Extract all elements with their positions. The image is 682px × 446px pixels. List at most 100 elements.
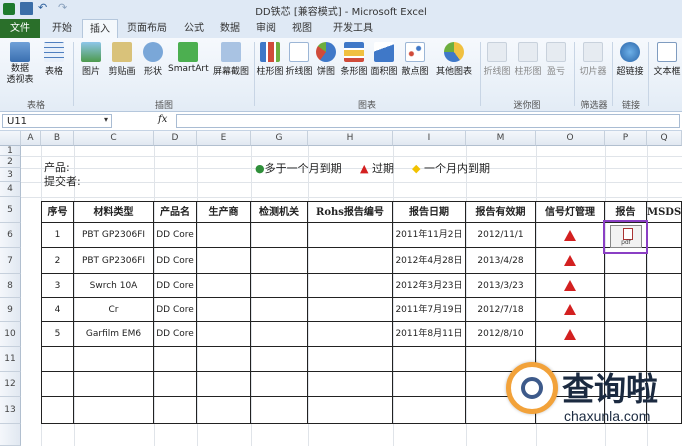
name-box-dropdown-icon[interactable]: ▾ <box>104 115 108 124</box>
column-header[interactable]: P <box>605 131 647 146</box>
cell-msds[interactable] <box>647 248 682 274</box>
empty-cell[interactable] <box>251 347 308 372</box>
column-header[interactable]: D <box>154 131 197 146</box>
column-header[interactable]: B <box>41 131 74 146</box>
header-manufacturer[interactable]: 生产商 <box>197 202 251 223</box>
empty-cell[interactable] <box>393 372 466 397</box>
cell-signal[interactable] <box>536 322 605 347</box>
empty-cell[interactable] <box>42 347 74 372</box>
header-signal[interactable]: 信号灯管理 <box>536 202 605 223</box>
function-icon[interactable]: fx <box>158 114 167 125</box>
cell-signal[interactable] <box>536 274 605 298</box>
column-header[interactable]: A <box>21 131 41 146</box>
area-chart-button[interactable]: 面积图 <box>370 42 398 77</box>
empty-cell[interactable] <box>154 397 197 424</box>
row-header[interactable]: 11 <box>0 347 21 372</box>
row-header[interactable]: 6 <box>0 223 21 248</box>
cell-product[interactable]: DD Core <box>154 322 197 347</box>
sparkline-column-button[interactable]: 柱形图 <box>514 42 542 77</box>
smartart-button[interactable]: SmartArt <box>168 42 209 74</box>
pdf-attachment-icon[interactable]: pdf <box>610 225 642 248</box>
header-rohs-no[interactable]: Rohs报告编号 <box>308 202 393 223</box>
cell-valid-until[interactable]: 2012/11/1 <box>466 223 536 248</box>
cell-signal[interactable] <box>536 223 605 248</box>
slicer-button[interactable]: 切片器 <box>578 42 608 77</box>
header-material[interactable]: 材料类型 <box>74 202 154 223</box>
empty-cell[interactable] <box>308 347 393 372</box>
empty-cell[interactable] <box>74 372 154 397</box>
column-header[interactable]: G <box>251 131 308 146</box>
cell-index[interactable]: 2 <box>42 248 74 274</box>
empty-cell[interactable] <box>42 372 74 397</box>
scatter-chart-button[interactable]: 散点图 <box>400 42 430 77</box>
column-header[interactable]: M <box>466 131 536 146</box>
cell-material[interactable]: Garfilm EM6 <box>74 322 154 347</box>
cell-rohs-no[interactable] <box>308 298 393 322</box>
pie-chart-button[interactable]: 饼图 <box>314 42 338 77</box>
cell-report[interactable] <box>605 298 647 322</box>
hyperlink-button[interactable]: 超链接 <box>614 42 646 77</box>
cell-testing-body[interactable] <box>251 322 308 347</box>
cell-msds[interactable] <box>647 298 682 322</box>
row-header[interactable]: 5 <box>0 197 21 223</box>
row-header[interactable]: 12 <box>0 372 21 397</box>
tab-view[interactable]: 视图 <box>286 19 318 38</box>
cell-index[interactable]: 3 <box>42 274 74 298</box>
pivot-table-button[interactable]: 数据 透视表 <box>4 42 36 86</box>
cell-product[interactable]: DD Core <box>154 274 197 298</box>
cell-material[interactable]: PBT GP2306FI <box>74 223 154 248</box>
tab-page-layout[interactable]: 页面布局 <box>120 19 174 38</box>
tab-data[interactable]: 数据 <box>214 19 246 38</box>
row-header[interactable]: 8 <box>0 274 21 298</box>
cell-msds[interactable] <box>647 223 682 248</box>
tab-review[interactable]: 审阅 <box>250 19 282 38</box>
sparkline-line-button[interactable]: 折线图 <box>482 42 512 77</box>
select-all-corner[interactable] <box>0 131 21 146</box>
header-report-date[interactable]: 报告日期 <box>393 202 466 223</box>
tab-home[interactable]: 开始 <box>44 19 80 38</box>
cell-product[interactable]: DD Core <box>154 223 197 248</box>
empty-cell[interactable] <box>74 397 154 424</box>
cell-rohs-no[interactable] <box>308 248 393 274</box>
cell-index[interactable]: 4 <box>42 298 74 322</box>
row-header[interactable]: 1 <box>0 146 21 156</box>
cell-product[interactable]: DD Core <box>154 248 197 274</box>
header-msds[interactable]: MSDS <box>647 202 682 223</box>
empty-cell[interactable] <box>74 347 154 372</box>
tab-formulas[interactable]: 公式 <box>178 19 210 38</box>
header-product[interactable]: 产品名 <box>154 202 197 223</box>
empty-cell[interactable] <box>154 372 197 397</box>
header-valid-until[interactable]: 报告有效期 <box>466 202 536 223</box>
cell-report-date[interactable]: 2011年7月19日 <box>393 298 466 322</box>
cell-valid-until[interactable]: 2012/7/18 <box>466 298 536 322</box>
row-header[interactable]: 9 <box>0 298 21 322</box>
cell-manufacturer[interactable] <box>197 248 251 274</box>
cell-signal[interactable] <box>536 298 605 322</box>
cell-report[interactable] <box>605 322 647 347</box>
header-testing-body[interactable]: 检测机关 <box>251 202 308 223</box>
row-header[interactable]: 4 <box>0 182 21 197</box>
row-header[interactable]: 3 <box>0 168 21 182</box>
header-index[interactable]: 序号 <box>42 202 74 223</box>
formula-input[interactable] <box>176 114 680 128</box>
cell-report-date[interactable]: 2011年11月2日 <box>393 223 466 248</box>
cell-report-date[interactable]: 2012年3月23日 <box>393 274 466 298</box>
cell-manufacturer[interactable] <box>197 274 251 298</box>
empty-cell[interactable] <box>393 397 466 424</box>
cell-material[interactable]: Cr <box>74 298 154 322</box>
column-header[interactable]: E <box>197 131 251 146</box>
empty-cell[interactable] <box>308 372 393 397</box>
cell-product[interactable]: DD Core <box>154 298 197 322</box>
empty-cell[interactable] <box>393 347 466 372</box>
cell-manufacturer[interactable] <box>197 298 251 322</box>
clipart-button[interactable]: 剪贴画 <box>106 42 138 77</box>
tab-developer[interactable]: 开发工具 <box>326 19 380 38</box>
empty-cell[interactable] <box>197 397 251 424</box>
cell-index[interactable]: 1 <box>42 223 74 248</box>
cell-valid-until[interactable]: 2013/3/23 <box>466 274 536 298</box>
cell-report-date[interactable]: 2012年4月28日 <box>393 248 466 274</box>
shapes-button[interactable]: 形状 <box>140 42 166 77</box>
other-chart-button[interactable]: 其他图表 <box>432 42 476 77</box>
cell-signal[interactable] <box>536 248 605 274</box>
textbox-button[interactable]: 文本框 <box>652 42 682 77</box>
